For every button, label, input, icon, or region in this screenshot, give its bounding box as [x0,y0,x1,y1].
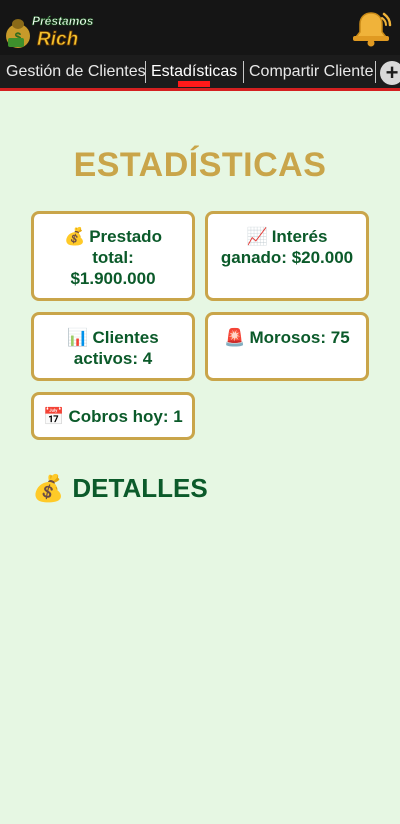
app-logo: $ Préstamos Rich [6,14,94,50]
stat-card-morosos: 🚨 Morosos: 75 [205,312,369,381]
stat-prestado-value: $1.900.000 [70,269,156,288]
siren-icon: 🚨 [224,328,246,347]
stat-card-prestado-total: 💰 Prestado total: $1.900.000 [31,211,195,301]
stat-prestado-line1: 💰 Prestado [34,226,192,247]
stat-clientes-label: Clientes [92,328,159,347]
stat-interes-value: ganado: $20.000 [220,248,354,267]
active-tab-indicator [178,81,210,87]
stat-card-clientes-activos: 📊 Clientes activos: 4 [31,312,195,381]
details-heading: 💰 DETALLES [32,473,208,504]
bar-chart-icon: 📊 [67,328,89,347]
money-bag-icon: 💰 [64,227,86,246]
chart-increasing-icon: 📈 [246,227,268,246]
bell-icon[interactable] [350,8,394,48]
stat-interes-label: Interés [271,227,328,246]
stat-cobros-line: 📅 Cobros hoy: 1 [34,406,192,427]
stat-cobros-label: Cobros hoy: 1 [68,407,183,426]
tab-separator [243,61,244,83]
logo-text-prestamos: Préstamos [32,14,94,28]
calendar-icon: 📅 [43,407,65,426]
stat-card-cobros-hoy: 📅 Cobros hoy: 1 [31,392,195,440]
details-heading-label: DETALLES [72,473,208,503]
money-bag-icon: 💰 [32,473,65,503]
app-bar: $ Préstamos Rich [0,0,400,55]
logo-text-rich: Rich [37,29,78,50]
tab-gestion-de-clientes[interactable]: Gestión de Clientes [6,55,146,88]
add-tab-icon[interactable]: + [380,61,400,85]
tab-separator [375,61,376,83]
stat-prestado-label: Prestado [89,227,162,246]
stat-prestado-line2: total: [92,248,134,267]
stat-interes-line1: 📈 Interés [208,226,366,247]
stat-morosos-label: Morosos: 75 [249,328,350,347]
tab-compartir-cliente[interactable]: Compartir Cliente [249,55,373,88]
page-title: ESTADÍSTICAS [73,146,327,184]
tab-separator [145,61,146,83]
stat-clientes-line1: 📊 Clientes [34,327,192,348]
stat-card-interes-ganado: 📈 Interés ganado: $20.000 [205,211,369,301]
stat-clientes-value: activos: 4 [73,349,153,368]
stat-morosos-line: 🚨 Morosos: 75 [208,327,366,348]
plus-icon: + [385,60,399,85]
